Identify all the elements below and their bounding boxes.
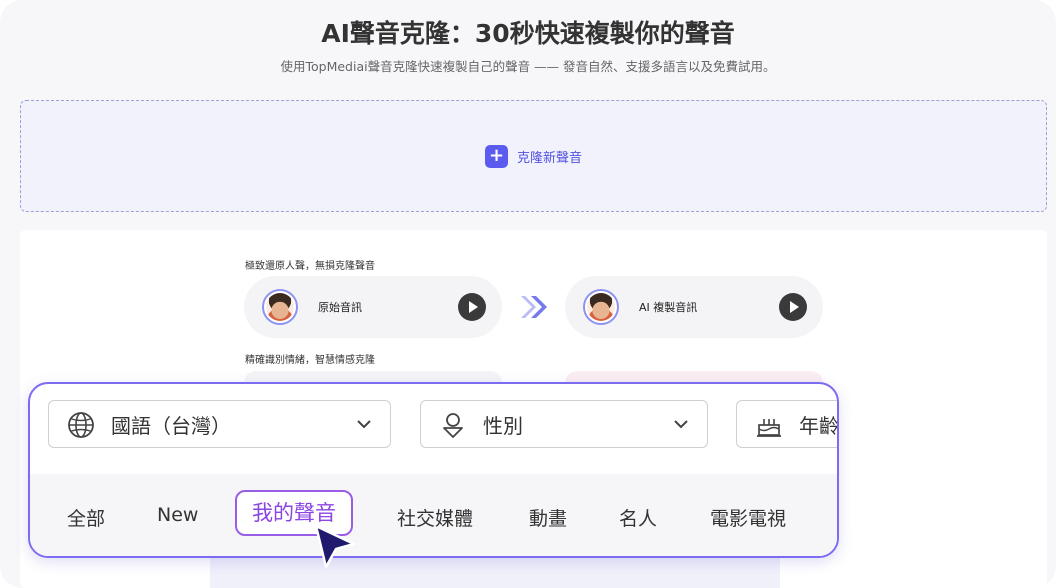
play-icon[interactable] [458, 293, 486, 321]
clone-new-voice-label: 克隆新聲音 [516, 150, 582, 166]
birthday-cake-icon [757, 419, 781, 437]
face-icon [266, 293, 294, 321]
double-arrow-icon [521, 296, 547, 318]
tab-all[interactable]: 全部 [67, 504, 105, 531]
language-select[interactable]: 國語（台灣） [48, 400, 391, 448]
demo-caption-1: 極致還原人聲，無損克隆聲音 [245, 261, 375, 272]
gender-icon [443, 413, 463, 438]
filter-card: 國語（台灣） 性別 年齡 全部 New 我的聲音 社交媒體 動畫 名人 電影電視 [28, 382, 839, 558]
gender-select[interactable]: 性別 [420, 400, 708, 448]
age-value: 年齡 [799, 414, 839, 438]
chevron-down-icon [674, 420, 688, 429]
tab-film-tv[interactable]: 電影電視 [710, 504, 786, 531]
ai-audio-player: AI 複製音訊 [565, 276, 823, 338]
tab-social-media[interactable]: 社交媒體 [397, 504, 473, 531]
demo-caption-2: 精確識別情緒，智慧情感克隆 [245, 355, 375, 366]
gender-value: 性別 [483, 414, 523, 438]
mouse-cursor-icon [314, 524, 356, 569]
tab-celebrity[interactable]: 名人 [619, 504, 657, 531]
page-subtitle: 使用TopMediai聲音克隆快速複製自己的聲音 —— 發音自然、支援多語言以及… [280, 59, 776, 74]
avatar [583, 289, 619, 325]
play-icon[interactable] [779, 293, 807, 321]
clone-dropzone[interactable]: + 克隆新聲音 [20, 100, 1047, 212]
language-value: 國語（台灣） [111, 414, 231, 438]
face-icon [587, 293, 615, 321]
original-audio-player: 原始音訊 [244, 276, 502, 338]
clone-new-voice-button[interactable]: + 克隆新聲音 [484, 144, 582, 168]
ai-audio-label: AI 複製音訊 [639, 301, 698, 314]
age-select[interactable]: 年齡 [736, 400, 839, 448]
tab-new[interactable]: New [157, 504, 198, 526]
avatar [262, 289, 298, 325]
page-title: AI聲音克隆：30秒快速複製你的聲音 [321, 19, 735, 48]
chevron-down-icon [357, 420, 371, 429]
bottom-strip [210, 556, 780, 588]
plus-icon: + [484, 144, 508, 168]
category-tabs: 全部 New 我的聲音 社交媒體 動畫 名人 電影電視 [30, 474, 837, 556]
original-audio-label: 原始音訊 [318, 301, 362, 314]
globe-icon [68, 412, 94, 438]
tab-anime[interactable]: 動畫 [529, 504, 567, 531]
